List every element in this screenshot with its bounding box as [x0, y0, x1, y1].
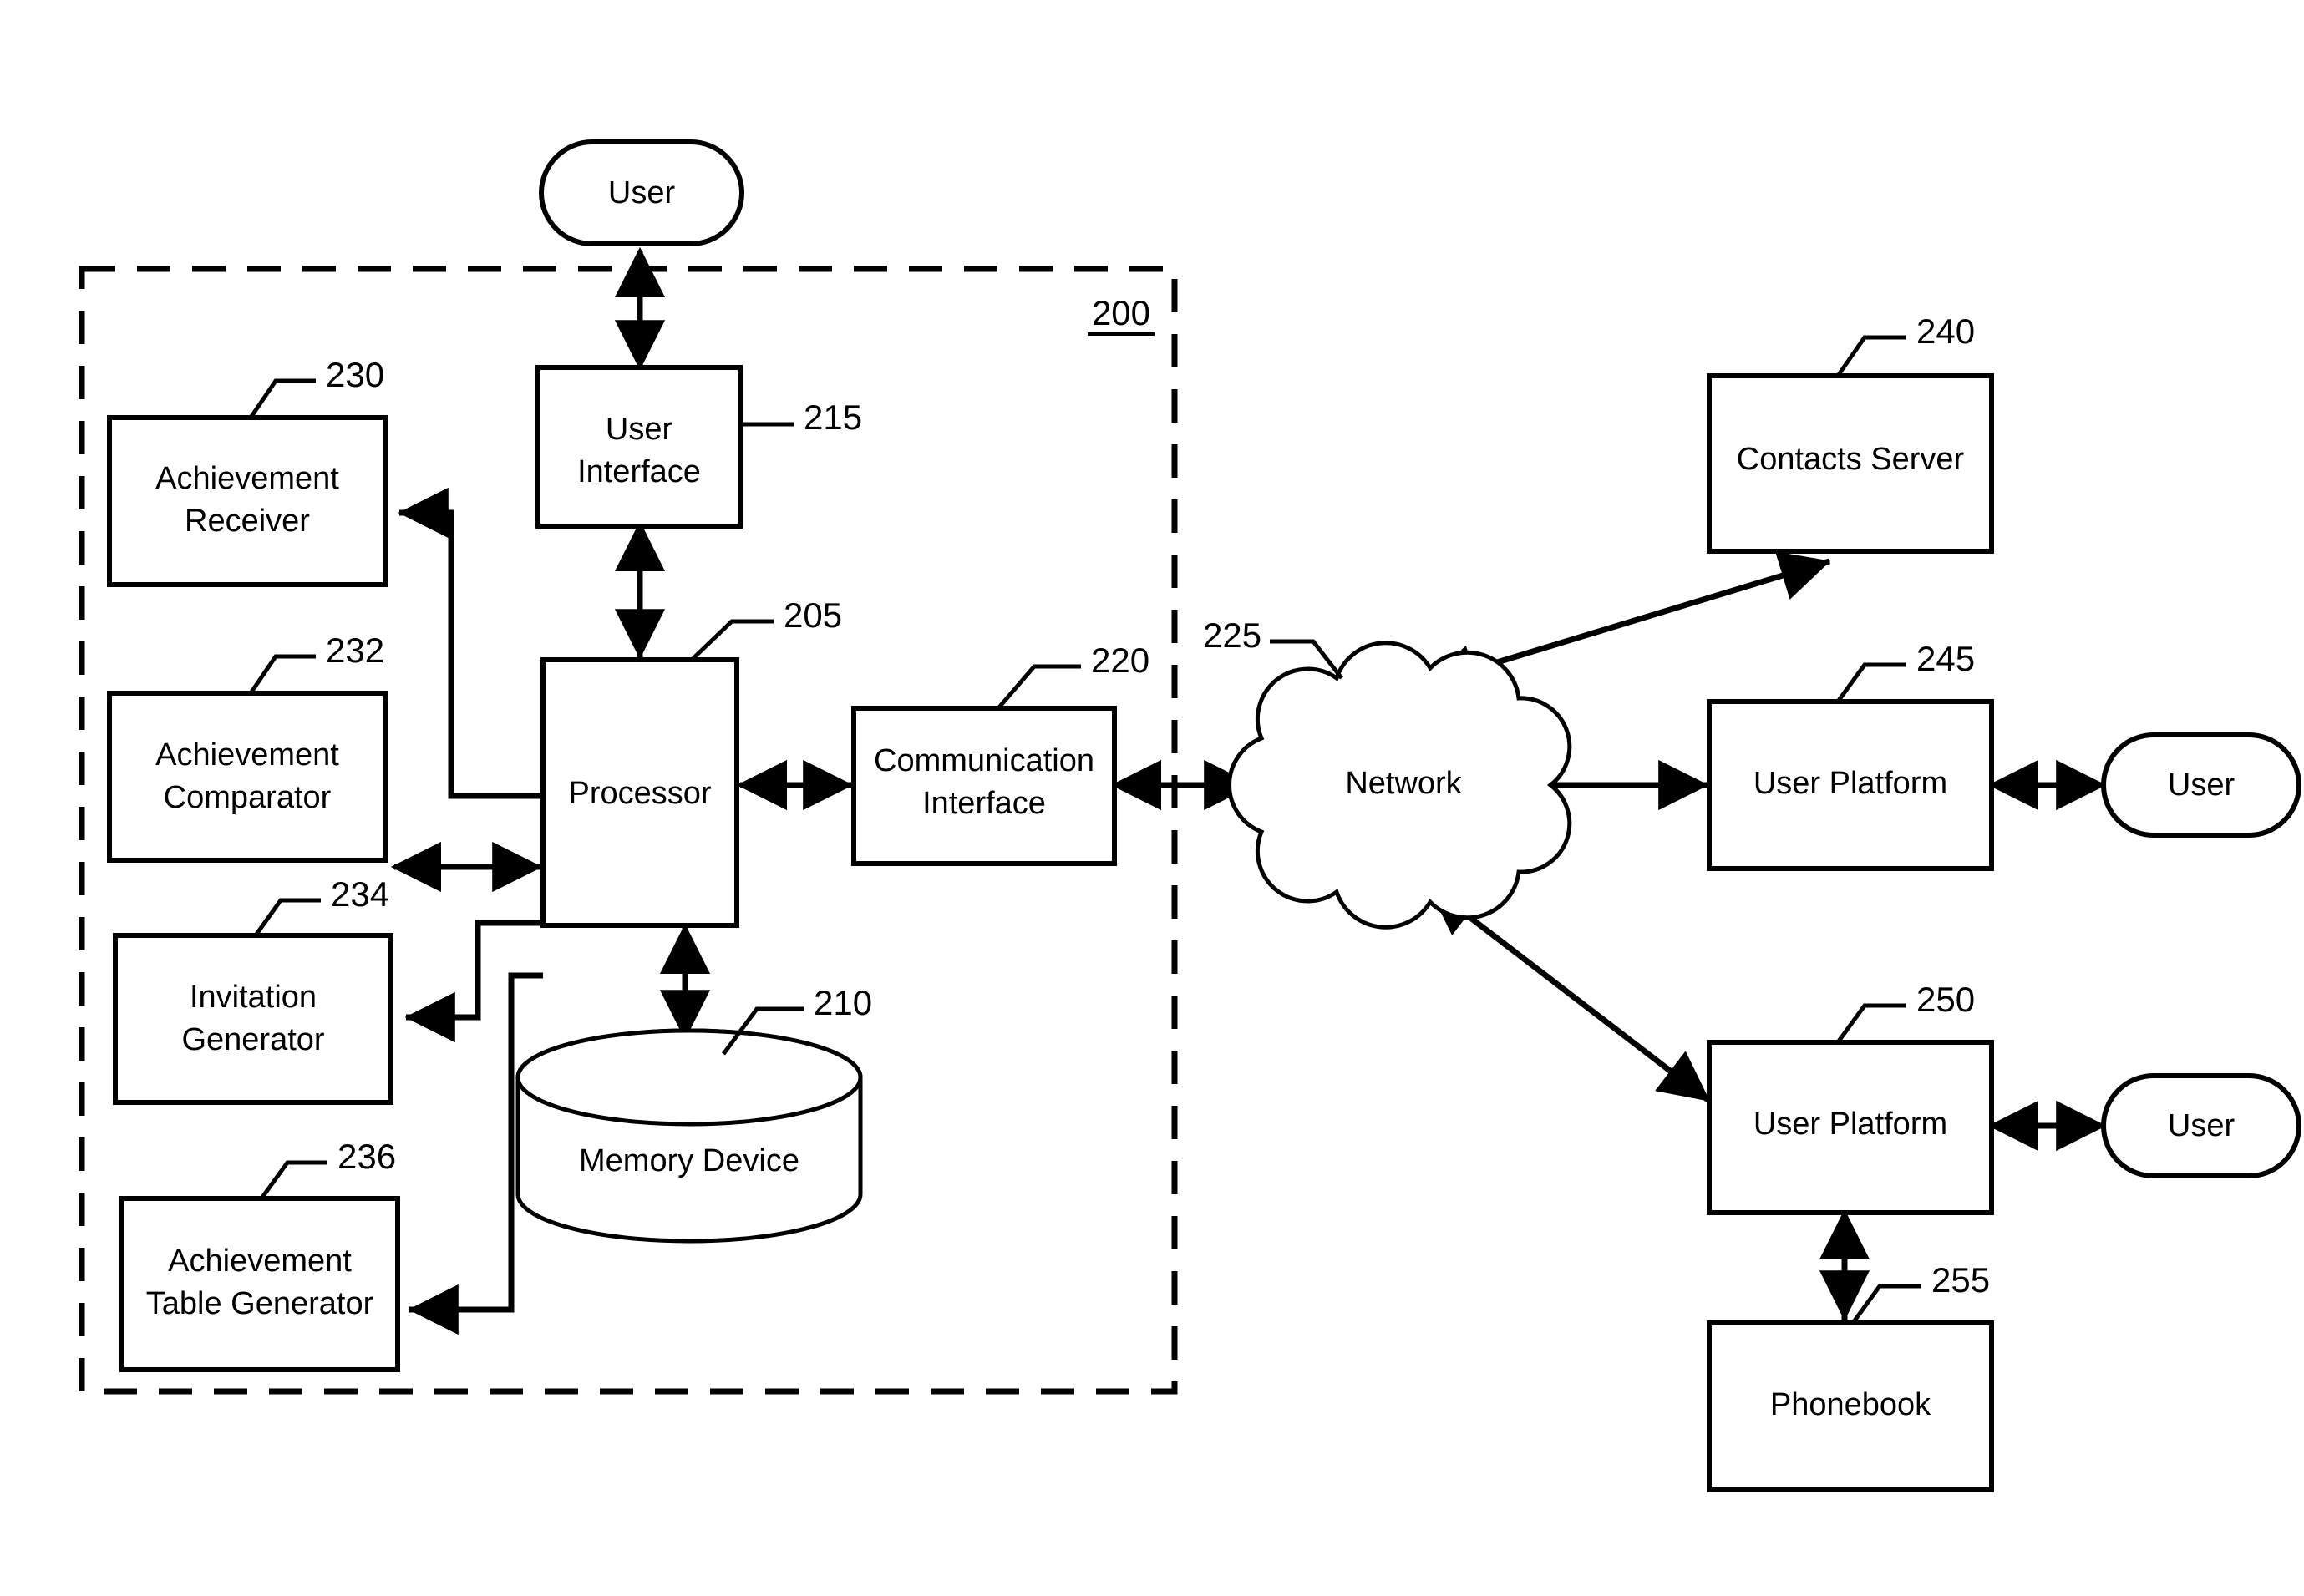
ref-number-230: 230: [326, 355, 384, 394]
phonebook-label: Phonebook: [1770, 1387, 1931, 1422]
achievement-receiver-label-line2: Receiver: [185, 504, 310, 539]
achievement-comparator-box: [107, 691, 388, 863]
ref-number-255: 255: [1931, 1260, 1990, 1300]
achievement-comparator-label-line2: Comparator: [164, 780, 332, 815]
processor-label: Processor: [568, 776, 711, 811]
leader-line-245: [1835, 662, 1906, 703]
patent-figure-canvas: User User Interface 215 Processor 205 Me…: [0, 0, 2304, 1596]
leader-line-205: [690, 619, 774, 661]
achievement-comparator-label-line1: Achievement: [155, 737, 339, 773]
achievement-table-generator-box: [119, 1196, 400, 1372]
achievement-table-generator-label-line1: Achievement: [168, 1244, 352, 1279]
user-interface-label-line1: User: [606, 412, 673, 447]
ref-number-220: 220: [1091, 641, 1149, 680]
connector-processor-to-invitation-generator: [404, 920, 543, 1043]
user-platform-250-label: User Platform: [1753, 1107, 1947, 1142]
ref-number-215: 215: [804, 398, 862, 437]
communication-interface-label-line2: Interface: [922, 786, 1046, 821]
ref-number-232: 232: [326, 631, 384, 670]
contacts-server-label: Contacts Server: [1737, 442, 1965, 477]
invitation-generator-box: [113, 933, 393, 1105]
ref-number-210: 210: [814, 983, 872, 1022]
achievement-receiver-label-line1: Achievement: [155, 461, 339, 496]
memory-device-label: Memory Device: [579, 1143, 799, 1178]
achievement-receiver-box: [107, 415, 388, 587]
user-platform-245-label: User Platform: [1753, 766, 1947, 801]
ref-number-245: 245: [1916, 639, 1975, 678]
invitation-generator-label-line1: Invitation: [190, 980, 317, 1015]
leader-line-236: [259, 1160, 327, 1200]
invitation-generator-label-line2: Generator: [181, 1022, 324, 1057]
leader-line-220: [997, 664, 1081, 710]
ref-number-236: 236: [337, 1137, 396, 1176]
ref-number-234: 234: [331, 874, 389, 914]
leader-line-232: [248, 654, 316, 695]
network-label: Network: [1345, 766, 1462, 801]
communication-interface-label-line1: Communication: [874, 743, 1094, 778]
connector-processor-to-achievement-receiver: [398, 487, 543, 799]
ref-number-240: 240: [1916, 312, 1975, 351]
leader-line-240: [1835, 335, 1906, 377]
ref-number-250: 250: [1916, 980, 1975, 1019]
achievement-table-generator-label-line2: Table Generator: [146, 1286, 374, 1321]
user-top-label: User: [608, 175, 676, 210]
ref-number-200: 200: [1092, 293, 1150, 332]
leader-line-255: [1850, 1284, 1921, 1325]
ref-number-205: 205: [784, 595, 842, 635]
ref-number-225: 225: [1203, 616, 1261, 655]
leader-line-234: [253, 898, 321, 937]
user-right-upper-label: User: [2168, 768, 2235, 803]
leader-line-230: [248, 378, 316, 419]
leader-line-250: [1835, 1003, 1906, 1044]
memory-device-cylinder: [515, 1028, 863, 1244]
user-right-lower-label: User: [2168, 1108, 2235, 1143]
user-interface-label-line2: Interface: [577, 454, 701, 489]
